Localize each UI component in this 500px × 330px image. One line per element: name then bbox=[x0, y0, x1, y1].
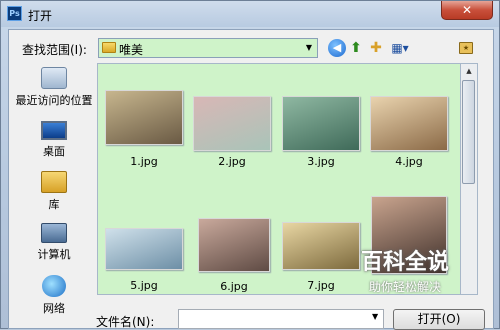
recent-places-icon bbox=[41, 67, 67, 89]
file-name: 4.jpg bbox=[395, 155, 423, 168]
place-libraries[interactable]: 库 bbox=[14, 171, 94, 212]
lookin-value: 唯美 bbox=[119, 43, 144, 57]
file-name: 3.jpg bbox=[307, 155, 335, 168]
scroll-thumb[interactable] bbox=[462, 80, 475, 184]
scroll-up-arrow-icon[interactable]: ▲ bbox=[461, 64, 477, 79]
folder-options-icon[interactable]: ★ bbox=[459, 42, 473, 54]
chevron-down-icon[interactable]: ▼ bbox=[302, 40, 316, 56]
watermark-sub: 助你轻松解决 bbox=[368, 280, 441, 294]
filename-label: 文件名(N): bbox=[96, 315, 155, 329]
place-label: 网络 bbox=[43, 302, 65, 315]
file-item[interactable]: 2.jpg bbox=[193, 96, 271, 168]
filename-input[interactable] bbox=[178, 309, 384, 329]
file-name: 2.jpg bbox=[218, 155, 246, 168]
watermark: 百科全说 助你轻松解决 bbox=[345, 248, 465, 306]
view-menu-icon[interactable]: ▦▾ bbox=[389, 39, 411, 57]
file-thumbnail bbox=[370, 96, 448, 151]
back-icon[interactable]: ◀ bbox=[328, 39, 346, 57]
file-item[interactable]: 6.jpg bbox=[195, 218, 273, 293]
place-computer[interactable]: 计算机 bbox=[14, 223, 94, 262]
file-item[interactable]: 3.jpg bbox=[282, 96, 360, 168]
desktop-icon bbox=[41, 121, 67, 140]
folder-icon bbox=[102, 42, 116, 53]
place-network[interactable]: 网络 bbox=[14, 275, 94, 316]
computer-icon bbox=[41, 223, 67, 243]
open-button[interactable]: 打开(O) bbox=[393, 309, 485, 330]
file-item[interactable]: 5.jpg bbox=[105, 228, 183, 292]
lookin-dropdown[interactable]: 唯美 ▼ bbox=[98, 38, 318, 58]
watermark-main: 百科全说 bbox=[360, 250, 449, 275]
file-name: 6.jpg bbox=[220, 280, 248, 293]
file-name: 1.jpg bbox=[130, 155, 158, 168]
place-label: 桌面 bbox=[43, 145, 65, 158]
file-thumbnail bbox=[105, 90, 183, 145]
lookin-label: 查找范围(I): bbox=[22, 43, 87, 57]
place-desktop[interactable]: 桌面 bbox=[14, 121, 94, 159]
file-name: 5.jpg bbox=[130, 279, 158, 292]
open-dialog-window: Ps 打开 ✕ 查找范围(I): 唯美 ▼ ◀ ⬆ ✚ ▦▾ ★ 最近访问的位置… bbox=[0, 0, 500, 330]
close-button[interactable]: ✕ bbox=[441, 1, 493, 20]
file-thumbnail bbox=[105, 228, 183, 270]
place-label: 库 bbox=[48, 198, 60, 211]
library-icon bbox=[41, 171, 67, 193]
places-bar: 最近访问的位置 桌面 库 计算机 网络 bbox=[14, 63, 94, 325]
file-thumbnail bbox=[282, 96, 360, 151]
up-folder-icon[interactable]: ⬆ bbox=[347, 39, 365, 57]
file-item[interactable]: 1.jpg bbox=[105, 90, 183, 168]
new-folder-icon[interactable]: ✚ bbox=[367, 39, 385, 57]
file-thumbnail bbox=[193, 96, 271, 151]
place-recent[interactable]: 最近访问的位置 bbox=[14, 67, 94, 108]
place-label: 最近访问的位置 bbox=[15, 94, 93, 107]
place-label: 计算机 bbox=[37, 248, 71, 261]
file-item[interactable]: 4.jpg bbox=[370, 96, 448, 168]
window-title: 打开 bbox=[28, 9, 53, 23]
network-icon bbox=[42, 275, 66, 297]
photoshop-icon: Ps bbox=[7, 6, 22, 21]
file-thumbnail bbox=[198, 218, 270, 272]
filename-dropdown-arrow-icon[interactable]: ▼ bbox=[372, 312, 378, 321]
title-bar[interactable]: Ps 打开 ✕ bbox=[1, 1, 499, 27]
